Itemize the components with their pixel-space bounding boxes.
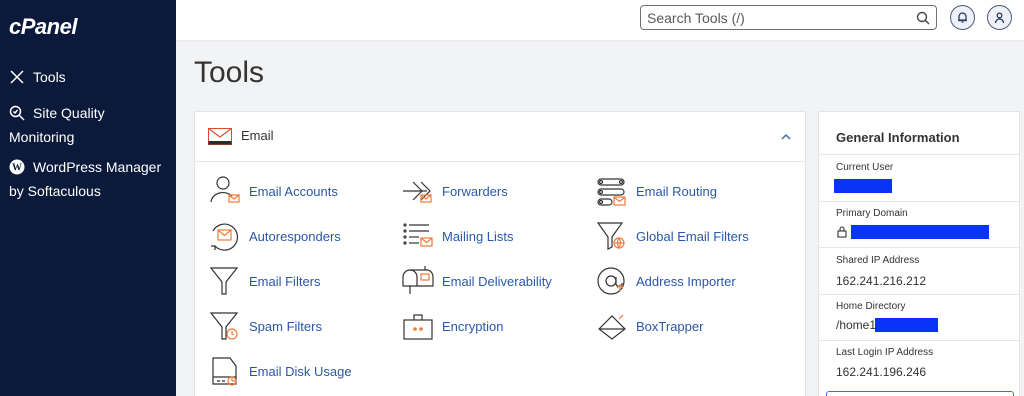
- email-disk-usage-icon: [212, 357, 237, 386]
- shared-ip-row: Shared IP Address 162.241.216.212: [819, 247, 1019, 294]
- search-box: [640, 5, 937, 30]
- sidebar-item-wordpress-manager[interactable]: W WordPress Manager by Softaculous: [9, 155, 174, 203]
- sidebar-item-label: WordPress Manager by Softaculous: [9, 159, 162, 199]
- address-importer-icon: [597, 267, 625, 295]
- tool-label: Email Accounts: [249, 184, 338, 199]
- tool-email-accounts[interactable]: Email Accounts: [208, 174, 398, 210]
- home-directory-value: /home1: [836, 318, 877, 332]
- shared-ip-label: Shared IP Address: [836, 255, 920, 266]
- tool-label: Forwarders: [442, 184, 508, 199]
- redacted-home-directory: [875, 318, 938, 332]
- email-routing-icon: [597, 178, 626, 206]
- current-user-row: Current User: [819, 154, 1019, 201]
- email-deliverability-icon: [402, 266, 434, 294]
- user-menu-button[interactable]: [987, 5, 1012, 30]
- tool-label: Email Routing: [636, 184, 717, 199]
- mailing-lists-icon: [403, 223, 433, 247]
- tool-forwarders[interactable]: Forwarders: [401, 174, 591, 210]
- sidebar-item-tools[interactable]: Tools: [9, 65, 66, 89]
- tool-encryption[interactable]: Encryption: [401, 309, 591, 345]
- general-information-title: General Information: [836, 130, 960, 145]
- general-information-panel: General Information Current User Primary…: [818, 111, 1020, 396]
- email-accounts-icon: [210, 176, 240, 203]
- tool-label: Autoresponders: [249, 229, 341, 244]
- notifications-button[interactable]: [950, 5, 975, 30]
- last-login-value: 162.241.196.246: [836, 365, 927, 379]
- email-section-header[interactable]: Email: [195, 112, 805, 162]
- tool-boxtrapper[interactable]: BoxTrapper: [595, 309, 785, 345]
- autoresponders-icon: [211, 223, 239, 251]
- email-envelope-icon: [208, 128, 232, 145]
- cpanel-logo[interactable]: cPanel: [9, 14, 77, 40]
- primary-domain-row: Primary Domain: [819, 201, 1019, 247]
- tool-label: Mailing Lists: [442, 229, 514, 244]
- wordpress-icon: W: [9, 159, 25, 175]
- general-info-action-button[interactable]: [826, 391, 1014, 396]
- email-filters-icon: [209, 267, 239, 295]
- shared-ip-value: 162.241.216.212: [836, 274, 927, 288]
- tool-spam-filters[interactable]: Spam Filters: [208, 309, 398, 345]
- last-login-label: Last Login IP Address: [836, 347, 934, 358]
- global-email-filters-icon: [596, 222, 625, 250]
- tool-email-filters[interactable]: Email Filters: [208, 264, 398, 300]
- search-input[interactable]: [647, 9, 907, 27]
- tool-autoresponders[interactable]: Autoresponders: [208, 219, 398, 255]
- search-icon[interactable]: [916, 11, 930, 25]
- user-icon: [994, 12, 1005, 24]
- redacted-current-user: [834, 179, 892, 193]
- sidebar-item-label: Tools: [33, 69, 66, 85]
- email-section-title: Email: [241, 128, 274, 143]
- tool-label: Address Importer: [636, 274, 736, 289]
- tool-label: Email Disk Usage: [249, 364, 352, 379]
- redacted-primary-domain: [851, 225, 989, 239]
- tool-global-email-filters[interactable]: Global Email Filters: [595, 219, 785, 255]
- sidebar-item-site-quality-monitoring[interactable]: Site Quality Monitoring: [9, 101, 169, 149]
- top-bar: [176, 0, 1024, 40]
- spam-filters-icon: [209, 312, 239, 340]
- current-user-label: Current User: [836, 162, 894, 173]
- lock-icon: [837, 226, 847, 238]
- tool-label: Email Filters: [249, 274, 321, 289]
- tool-email-routing[interactable]: Email Routing: [595, 174, 785, 210]
- forwarders-icon: [403, 181, 432, 203]
- tool-email-disk-usage[interactable]: Email Disk Usage: [208, 354, 398, 390]
- primary-domain-label: Primary Domain: [836, 208, 908, 219]
- home-directory-row: Home Directory /home1: [819, 294, 1019, 340]
- encryption-icon: [403, 314, 433, 340]
- tool-label: BoxTrapper: [636, 319, 704, 334]
- home-directory-label: Home Directory: [836, 301, 906, 312]
- tools-icon: [10, 70, 24, 84]
- tool-label: Encryption: [442, 319, 504, 334]
- boxtrapper-icon: [598, 314, 626, 340]
- search-magnifier-icon: [9, 105, 25, 121]
- svg-text:W: W: [12, 163, 22, 174]
- tool-address-importer[interactable]: Address Importer: [595, 264, 785, 300]
- last-login-row: Last Login IP Address 162.241.196.246: [819, 340, 1019, 385]
- page-title: Tools: [194, 56, 265, 89]
- tool-mailing-lists[interactable]: Mailing Lists: [401, 219, 591, 255]
- tool-label: Email Deliverability: [442, 274, 552, 289]
- email-section: Email Email Accounts Forwarders Email Ro…: [194, 111, 806, 396]
- bell-icon: [958, 12, 967, 23]
- tool-label: Spam Filters: [249, 319, 322, 334]
- tool-email-deliverability[interactable]: Email Deliverability: [401, 264, 591, 300]
- tool-label: Global Email Filters: [636, 229, 749, 244]
- sidebar: cPanel Tools Site Quality Monitoring W W…: [0, 0, 176, 396]
- chevron-up-icon[interactable]: [779, 130, 793, 144]
